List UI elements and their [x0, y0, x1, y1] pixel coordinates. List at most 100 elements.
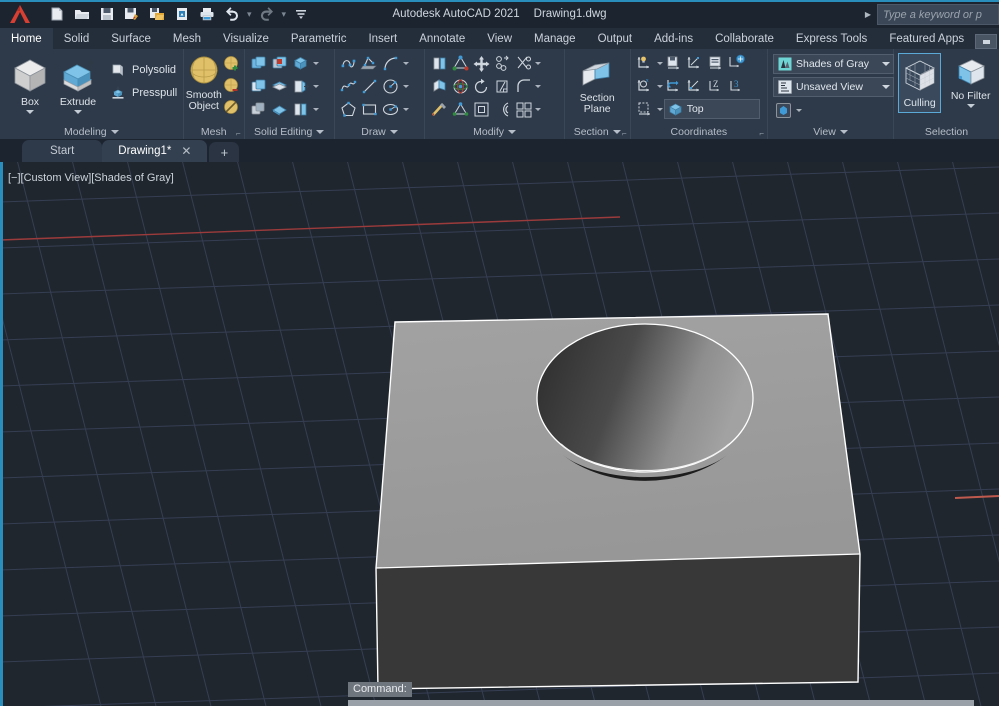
taper-icon[interactable] [492, 76, 512, 96]
customize-icon[interactable] [290, 3, 312, 25]
trim-icon[interactable] [513, 53, 533, 73]
solid-editing-row2-caret-icon[interactable] [312, 84, 319, 88]
tab-insert[interactable]: Insert [357, 28, 408, 49]
slice-icon[interactable] [270, 76, 290, 96]
visual-style-caret-icon[interactable] [882, 62, 890, 66]
3d-move-icon[interactable] [471, 53, 491, 73]
spline-icon[interactable] [339, 76, 359, 96]
drawing-viewport[interactable]: [−][Custom View][Shades of Gray] [0, 162, 999, 706]
modify-row1-caret-icon[interactable] [535, 61, 542, 65]
panel-section-caret-icon[interactable] [612, 129, 621, 134]
export-icon[interactable] [146, 3, 168, 25]
no-filter-button[interactable]: No Filter [945, 53, 996, 108]
3d-align-icon[interactable] [450, 53, 470, 73]
panel-solid-editing-title[interactable]: Solid Editing [245, 124, 334, 139]
mesh-refine-icon[interactable] [222, 97, 242, 117]
panel-mesh-dialog-launcher[interactable]: ⌐ [236, 129, 241, 138]
draw-row1-caret-icon[interactable] [402, 61, 409, 65]
doc-tab-drawing1[interactable]: Drawing1* ✕ [102, 140, 208, 162]
extract-edges-icon[interactable] [291, 53, 311, 73]
undo-dropdown-caret[interactable]: ▾ [246, 9, 253, 20]
tab-surface[interactable]: Surface [100, 28, 162, 49]
panel-modify-caret-icon[interactable] [508, 129, 517, 134]
search-input[interactable]: Type a keyword or p [877, 4, 999, 25]
panel-mesh-title[interactable]: Mesh ⌐ [184, 124, 244, 139]
ellipse-icon[interactable] [381, 99, 401, 119]
box-dropdown-caret-icon[interactable] [26, 110, 34, 114]
extrude-dropdown-caret-icon[interactable] [74, 110, 82, 114]
print-icon[interactable] [196, 3, 218, 25]
draw-row3-caret-icon[interactable] [402, 107, 409, 111]
viewport-tools-caret-icon[interactable] [796, 108, 802, 112]
tab-mesh[interactable]: Mesh [162, 28, 212, 49]
tab-parametric[interactable]: Parametric [280, 28, 358, 49]
ucs-icon[interactable] [635, 53, 655, 73]
redo-dropdown-caret[interactable]: ▾ [281, 9, 288, 20]
3d-align-2-icon[interactable] [450, 99, 470, 119]
open-folder-icon[interactable] [71, 3, 93, 25]
extract-edges-2-icon[interactable] [429, 99, 449, 119]
panel-section-dialog-launcher[interactable]: ⌐ [622, 129, 627, 138]
box-button[interactable]: Box [6, 53, 54, 114]
save-icon[interactable] [96, 3, 118, 25]
cloud-upload-icon[interactable] [171, 3, 193, 25]
fillet-edge-icon[interactable] [513, 76, 533, 96]
imprint-icon[interactable] [291, 99, 311, 119]
new-document-tab-button[interactable]: + [209, 142, 240, 162]
no-filter-caret-icon[interactable] [966, 104, 975, 108]
rotate-icon[interactable] [471, 76, 491, 96]
panel-modeling-caret-icon[interactable] [110, 129, 119, 134]
taper-faces-icon[interactable] [291, 76, 311, 96]
ribbon-minimize-button[interactable] [975, 34, 998, 49]
solid-edit-icon[interactable] [249, 99, 269, 119]
panel-coordinates-title[interactable]: Coordinates ⌐ [631, 124, 767, 139]
ucs-3point-icon[interactable] [685, 53, 705, 73]
scale-icon[interactable] [471, 99, 491, 119]
smooth-more-icon[interactable] [222, 53, 242, 73]
ucs-caret-icon[interactable] [656, 61, 663, 65]
tab-solid[interactable]: Solid [53, 28, 101, 49]
array-icon[interactable] [513, 99, 533, 119]
redo-icon[interactable] [256, 3, 278, 25]
ucs-origin-icon[interactable] [685, 76, 705, 96]
panel-draw-caret-icon[interactable] [389, 129, 398, 134]
panel-modeling-title[interactable]: Modeling [0, 124, 183, 139]
save-as-icon[interactable] [121, 3, 143, 25]
modify-row3-caret-icon[interactable] [535, 107, 542, 111]
offset-icon[interactable] [492, 99, 512, 119]
ucs-preset-dropdown[interactable]: Top [663, 99, 760, 119]
tab-add-ins[interactable]: Add-ins [643, 28, 704, 49]
subtract-icon[interactable] [270, 53, 290, 73]
tab-home[interactable]: Home [0, 28, 53, 49]
draw-row2-caret-icon[interactable] [402, 84, 409, 88]
line-icon[interactable] [360, 76, 380, 96]
tab-collaborate[interactable]: Collaborate [704, 28, 785, 49]
ucs-face-icon[interactable] [635, 99, 655, 119]
circle-icon[interactable] [381, 76, 401, 96]
tab-manage[interactable]: Manage [523, 28, 587, 49]
undo-icon[interactable] [221, 3, 243, 25]
doc-tab-start[interactable]: Start [22, 140, 103, 162]
3d-mirror-icon[interactable] [429, 53, 449, 73]
rectangle-icon[interactable] [360, 99, 380, 119]
3d-rotate-face-icon[interactable] [429, 76, 449, 96]
panel-section-title[interactable]: Section ⌐ [565, 124, 630, 139]
polyline-icon[interactable] [339, 53, 359, 73]
ucs-3point-2-icon[interactable]: 3 [727, 76, 747, 96]
polysolid-button[interactable]: Polysolid [108, 59, 177, 81]
ucs-rotate-caret-icon[interactable] [656, 84, 663, 88]
ucs-rotate-icon[interactable]: x [635, 76, 655, 96]
tab-annotate[interactable]: Annotate [408, 28, 476, 49]
tab-featured-apps[interactable]: Featured Apps [878, 28, 975, 49]
arc-icon[interactable] [381, 53, 401, 73]
new-file-icon[interactable] [46, 3, 68, 25]
smooth-less-icon[interactable] [222, 75, 242, 95]
ucs-previous-icon[interactable] [727, 53, 747, 73]
doc-tab-close-icon[interactable]: ✕ [181, 145, 191, 157]
panel-view-caret-icon[interactable] [839, 129, 848, 134]
ucs-face-caret-icon[interactable] [656, 107, 663, 111]
visual-style-dropdown[interactable]: Shades of Gray [773, 54, 894, 74]
panel-view-title[interactable]: View [768, 124, 893, 139]
culling-button[interactable]: Culling [898, 53, 942, 113]
solid-editing-row1-caret-icon[interactable] [312, 61, 319, 65]
